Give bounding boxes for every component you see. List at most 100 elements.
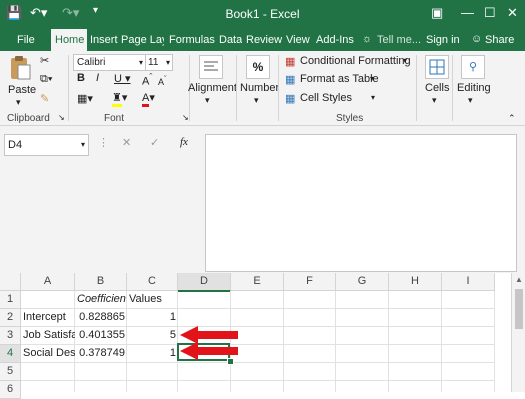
tell-me-box[interactable]: Tell me...	[377, 34, 421, 46]
name-box-dropdown-icon[interactable]: ▾	[81, 135, 85, 155]
decrease-font-icon[interactable]: Aˇ	[158, 74, 167, 87]
paste-dropdown-icon[interactable]: ▾	[16, 97, 21, 108]
tab-file[interactable]: File	[17, 34, 35, 46]
format-as-table-icon: ▦	[285, 74, 296, 86]
tab-formulas[interactable]: Formulas	[169, 34, 215, 46]
tab-data[interactable]: Data	[219, 34, 242, 46]
share-icon: ☺	[471, 33, 483, 45]
cell-b4[interactable]: 0.378749	[75, 345, 127, 362]
bold-button[interactable]: B	[77, 72, 85, 84]
cell-c3[interactable]: 5	[127, 327, 178, 344]
cell-a4[interactable]: Social Des	[21, 345, 75, 362]
tab-home[interactable]: Home	[51, 29, 87, 51]
column-header-i[interactable]: I	[442, 273, 495, 291]
borders-icon[interactable]: ▦▾	[77, 92, 93, 105]
sign-in-link[interactable]: Sign in	[426, 34, 460, 46]
ribbon-display-icon[interactable]: ▣	[431, 5, 443, 21]
formula-bar-area: D4 ▾ ⋮ ✕ ✓ fx	[0, 126, 525, 273]
format-as-table-button[interactable]: Format as Table	[300, 73, 379, 85]
cells-button[interactable]: Cells	[425, 82, 449, 94]
number-button[interactable]: Number	[240, 82, 279, 94]
share-button[interactable]: Share	[485, 34, 514, 46]
tab-add-ins[interactable]: Add-Ins	[316, 34, 354, 46]
underline-button[interactable]: U ▾	[114, 72, 131, 85]
cell-a2[interactable]: Intercept	[21, 309, 75, 326]
select-all-corner[interactable]	[0, 273, 21, 291]
clipboard-launcher-icon[interactable]: ↘	[58, 113, 65, 122]
number-format-icon[interactable]: %	[246, 55, 270, 79]
tab-page-layout[interactable]: Page Layo	[121, 34, 164, 46]
scrollbar-thumb[interactable]	[515, 289, 523, 329]
conditional-formatting-dropdown-icon[interactable]: ▾	[403, 56, 407, 65]
window-title: Book1 - Excel	[225, 7, 300, 21]
enter-icon[interactable]: ✓	[150, 136, 159, 149]
font-size-dropdown-icon[interactable]: ▾	[166, 55, 170, 70]
cell-b3[interactable]: 0.401355	[75, 327, 127, 344]
more-icon: ⋮	[98, 137, 109, 149]
row-header-2[interactable]: 2	[0, 309, 21, 327]
editing-dropdown-icon[interactable]: ▾	[468, 95, 473, 106]
cell-c2[interactable]: 1	[127, 309, 178, 326]
paste-icon[interactable]	[9, 55, 31, 81]
alignment-icon[interactable]	[199, 55, 223, 79]
format-painter-icon[interactable]: ✎	[40, 92, 49, 105]
column-header-d[interactable]: D	[178, 273, 231, 292]
fill-color-icon[interactable]: ♜▾	[112, 91, 127, 107]
paste-button[interactable]: Paste	[8, 84, 36, 96]
cells-icon[interactable]	[425, 55, 449, 79]
cell-styles-dropdown-icon[interactable]: ▾	[371, 93, 375, 102]
copy-icon[interactable]: ⧉▾	[40, 73, 52, 86]
number-dropdown-icon[interactable]: ▾	[254, 95, 259, 106]
font-size-box[interactable]: 11 ▾	[145, 54, 173, 71]
editing-button[interactable]: Editing	[457, 82, 491, 94]
ribbon-tabs: File Home Insert Page Layo Formulas Data…	[0, 29, 525, 51]
cell-c1[interactable]: Values	[127, 291, 178, 308]
column-header-g[interactable]: G	[336, 273, 389, 291]
formula-input[interactable]	[205, 134, 517, 272]
tab-insert[interactable]: Insert	[90, 34, 118, 46]
italic-button[interactable]: I	[96, 72, 99, 84]
conditional-formatting-button[interactable]: Conditional Formatting	[300, 55, 411, 67]
alignment-dropdown-icon[interactable]: ▾	[205, 95, 210, 106]
column-header-c[interactable]: C	[127, 273, 178, 291]
column-header-a[interactable]: A	[21, 273, 75, 291]
search-icon[interactable]: ⚲	[461, 55, 485, 79]
font-launcher-icon[interactable]: ↘	[182, 113, 189, 122]
column-header-f[interactable]: F	[284, 273, 336, 291]
font-name-box[interactable]: Calibri ▾	[73, 54, 146, 71]
red-arrow-row-4	[180, 342, 238, 360]
cut-icon[interactable]: ✂	[40, 54, 49, 67]
maximize-icon[interactable]: ☐	[484, 5, 496, 21]
tab-view[interactable]: View	[286, 34, 310, 46]
row-header-1[interactable]: 1	[0, 291, 21, 309]
cell-a3[interactable]: Job Satisfa	[21, 327, 75, 344]
worksheet-grid: A B C D E F G H I 1 2 3 4 5 6 Coefficien…	[0, 273, 525, 399]
increase-font-icon[interactable]: Aˆ	[142, 72, 152, 88]
vertical-scrollbar[interactable]: ▲	[511, 273, 525, 392]
insert-function-button[interactable]: fx	[180, 136, 188, 148]
alignment-button[interactable]: Alignment	[188, 82, 237, 94]
styles-group-label: Styles	[336, 113, 364, 124]
column-header-h[interactable]: H	[389, 273, 442, 291]
cancel-icon[interactable]: ✕	[122, 136, 131, 149]
column-header-e[interactable]: E	[231, 273, 284, 291]
font-color-icon[interactable]: A▾	[142, 91, 155, 107]
format-as-table-dropdown-icon[interactable]: ▾	[370, 74, 374, 83]
row-header-6[interactable]: 6	[0, 381, 21, 399]
tab-review[interactable]: Review	[246, 34, 282, 46]
row-header-4[interactable]: 4	[0, 345, 21, 363]
row-header-3[interactable]: 3	[0, 327, 21, 345]
font-name-dropdown-icon[interactable]: ▾	[139, 55, 143, 70]
column-header-b[interactable]: B	[75, 273, 127, 291]
cell-c4[interactable]: 1	[127, 345, 178, 362]
collapse-ribbon-icon[interactable]: ⌃	[508, 113, 516, 124]
name-box[interactable]: D4 ▾	[4, 134, 89, 156]
cell-styles-button[interactable]: Cell Styles	[300, 92, 352, 104]
row-header-5[interactable]: 5	[0, 363, 21, 381]
cell-b1[interactable]: Coefficien	[75, 291, 127, 308]
cell-b2[interactable]: 0.828865	[75, 309, 127, 326]
minimize-icon[interactable]: —	[461, 5, 474, 20]
cells-dropdown-icon[interactable]: ▾	[432, 95, 437, 106]
close-icon[interactable]: ✕	[507, 5, 518, 21]
scroll-up-icon[interactable]: ▲	[515, 275, 523, 284]
